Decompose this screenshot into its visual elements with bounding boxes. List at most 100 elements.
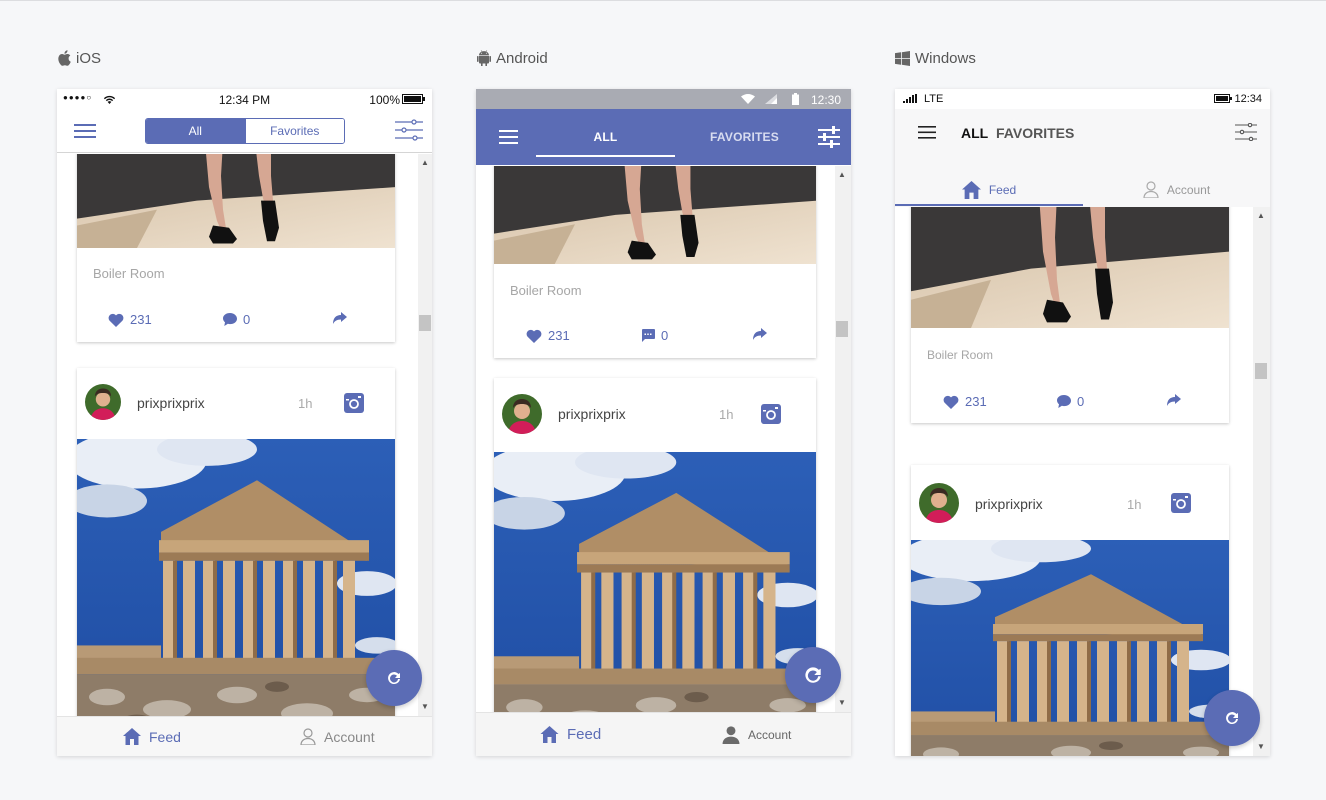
share-button[interactable]	[1167, 394, 1181, 406]
tab-feed[interactable]: Feed	[895, 172, 1083, 207]
instagram-icon[interactable]	[761, 404, 781, 424]
feed-scrollbar[interactable]: ▲ ▼	[418, 154, 432, 716]
top-divider	[0, 0, 1326, 1]
like-button[interactable]: 231	[943, 394, 987, 409]
like-button[interactable]: 231	[526, 328, 570, 343]
scroll-up-icon[interactable]: ▲	[835, 170, 849, 180]
battery-icon	[402, 94, 425, 104]
share-arrow-icon	[333, 312, 347, 324]
refresh-fab[interactable]	[785, 647, 841, 703]
post-photo	[911, 540, 1229, 756]
platform-label-android: Android	[477, 49, 548, 67]
cell-signal-icon	[765, 94, 777, 104]
feed-scrollbar[interactable]: ▲ ▼	[835, 166, 851, 712]
avatar[interactable]	[502, 394, 542, 434]
like-button[interactable]: 231	[108, 312, 152, 327]
tab-label: Account	[1166, 182, 1211, 197]
post-card: prixprixprix 1h	[494, 378, 816, 712]
platform-name: Android	[496, 49, 548, 67]
refresh-fab[interactable]	[1204, 690, 1260, 746]
feed-scrollbar[interactable]: ▲ ▼	[1253, 207, 1270, 756]
like-count: 231	[130, 312, 152, 327]
tab-account[interactable]: Account	[722, 713, 791, 756]
tab-account[interactable]: Account	[1083, 172, 1270, 207]
instagram-icon[interactable]	[344, 393, 364, 413]
comment-button[interactable]: 0	[223, 312, 250, 327]
tab-account[interactable]: Account	[300, 717, 375, 756]
tab-label: Account	[324, 728, 375, 745]
pivot-all[interactable]: ALL	[961, 125, 988, 141]
hamburger-menu-icon[interactable]	[499, 130, 518, 144]
avatar[interactable]	[919, 483, 959, 523]
comment-button[interactable]: 0	[641, 328, 668, 343]
tab-feed[interactable]: Feed	[123, 717, 181, 756]
battery-percent: 100%	[369, 93, 400, 107]
refresh-icon	[388, 672, 400, 685]
home-icon	[540, 726, 559, 743]
segmented-control: All Favorites	[145, 118, 345, 144]
share-button[interactable]	[333, 312, 347, 324]
comment-button[interactable]: 0	[1057, 394, 1084, 409]
windows-phone: LTE 12:34 ALL FAVORITES Feed Account Boi…	[895, 89, 1270, 756]
android-status-bar: 12:30	[476, 89, 851, 109]
refresh-icon	[1226, 712, 1238, 725]
hamburger-menu-icon[interactable]	[918, 126, 936, 139]
platform-name: iOS	[76, 49, 102, 67]
tab-label: Feed	[988, 182, 1017, 197]
share-button[interactable]	[753, 328, 767, 340]
feed: Boiler Room 231 0 prixprixprix 1h	[57, 154, 418, 716]
scroll-thumb[interactable]	[836, 321, 848, 337]
post-photo	[494, 452, 816, 712]
comment-icon	[223, 313, 237, 326]
post-username[interactable]: prixprixprix	[975, 496, 1043, 512]
post-photo	[494, 166, 816, 264]
scroll-thumb[interactable]	[1255, 363, 1267, 379]
network-type: LTE	[924, 93, 944, 105]
android-app-bar: ALL FAVORITES	[476, 109, 851, 165]
person-outline-icon	[300, 728, 316, 745]
segment-all[interactable]: All	[146, 119, 245, 143]
filter-sliders-icon[interactable]	[1235, 123, 1257, 141]
post-location: Boiler Room	[927, 348, 994, 362]
status-time: 12:30	[810, 93, 841, 107]
post-username[interactable]: prixprixprix	[137, 395, 205, 411]
tab-label: Account	[748, 727, 792, 742]
windows-status-bar: LTE 12:34	[895, 89, 1270, 109]
instagram-icon[interactable]	[1171, 493, 1191, 513]
refresh-fab[interactable]	[366, 650, 422, 706]
platform-name: Windows	[915, 49, 976, 67]
scroll-down-icon[interactable]: ▼	[835, 698, 849, 708]
scroll-up-icon[interactable]: ▲	[418, 158, 432, 168]
hamburger-menu-icon[interactable]	[74, 124, 96, 138]
scroll-down-icon[interactable]: ▼	[418, 702, 432, 712]
battery-icon	[1214, 94, 1232, 103]
post-time: 1h	[1127, 497, 1142, 512]
ios-status-bar: ●●●●○ 12:34 PM 100%	[57, 89, 432, 109]
platform-label-windows: Windows	[895, 49, 976, 67]
scroll-thumb[interactable]	[419, 315, 431, 331]
filter-sliders-icon[interactable]	[395, 119, 423, 141]
android-icon	[477, 50, 491, 66]
home-icon	[961, 180, 981, 199]
tune-sliders-icon[interactable]	[818, 126, 840, 148]
post-card: prixprixprix 1h	[77, 368, 395, 716]
apple-icon	[58, 50, 71, 66]
tab-favorites[interactable]: FAVORITES	[675, 109, 814, 165]
comment-count: 0	[1077, 394, 1085, 409]
avatar[interactable]	[85, 384, 121, 420]
scroll-up-icon[interactable]: ▲	[1254, 211, 1268, 221]
share-arrow-icon	[753, 328, 767, 340]
tab-feed[interactable]: Feed	[540, 713, 601, 756]
heart-icon	[526, 329, 542, 343]
post-username[interactable]: prixprixprix	[558, 406, 626, 422]
like-count: 231	[965, 394, 987, 409]
pivot-favorites[interactable]: FAVORITES	[996, 125, 1074, 141]
ios-nav-bar: All Favorites	[57, 109, 432, 153]
post-location: Boiler Room	[93, 266, 165, 281]
status-time: 12:34	[1234, 93, 1262, 105]
windows-icon	[895, 50, 910, 66]
comment-icon	[1057, 395, 1071, 408]
segment-favorites[interactable]: Favorites	[244, 119, 344, 143]
tab-indicator	[895, 204, 1083, 206]
scroll-down-icon[interactable]: ▼	[1254, 742, 1268, 752]
